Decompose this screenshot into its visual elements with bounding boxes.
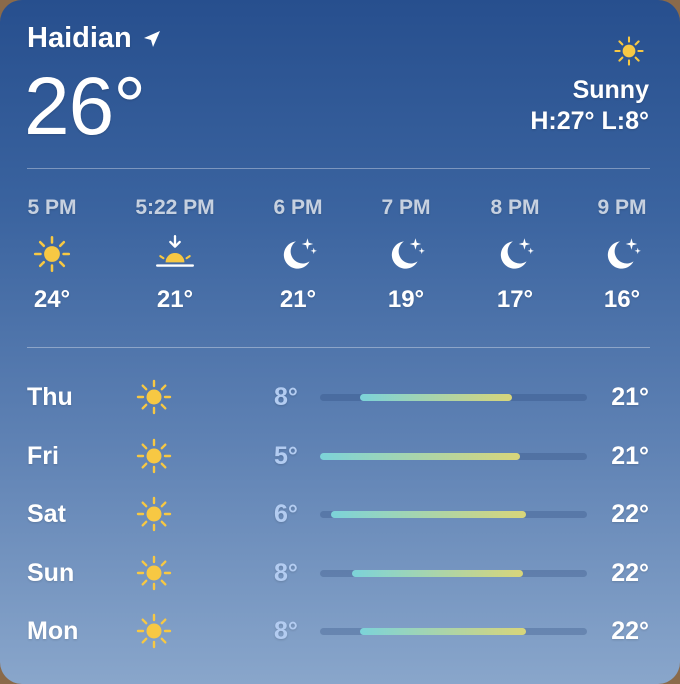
hourly-item: 8 PM 17°: [465, 196, 565, 314]
hour-temperature: 21°: [279, 286, 317, 313]
hourly-item: 6 PM 21°: [248, 196, 348, 314]
hour-time: 6 PM: [273, 196, 323, 219]
day-name: Thu: [27, 383, 73, 411]
low-temperature: 8°: [274, 617, 298, 645]
low-temperature: 8°: [274, 559, 298, 587]
sun-icon: [136, 379, 172, 415]
daily-row: Sun 8° 22°: [0, 553, 680, 593]
sun-icon: [614, 36, 644, 66]
divider: [27, 168, 650, 169]
current-temperature: 26°: [24, 61, 146, 152]
hour-temperature: 24°: [33, 286, 71, 313]
hour-time: 7 PM: [381, 196, 431, 219]
temperature-range-bar: [331, 511, 526, 518]
low-temperature: 6°: [274, 500, 298, 528]
daily-row: Mon 8° 22°: [0, 611, 680, 651]
temperature-range-track: [320, 453, 587, 460]
high-temperature: 21°: [611, 383, 649, 411]
day-name: Sat: [27, 500, 66, 528]
location-name: Haidian: [27, 22, 132, 54]
high-temperature: 22°: [611, 559, 649, 587]
divider: [27, 347, 650, 348]
hourly-item: 5:22 PM 21°: [125, 196, 225, 314]
high-temperature: 22°: [611, 500, 649, 528]
moon-stars-icon: [283, 238, 317, 269]
moon-stars-icon: [391, 238, 425, 269]
temperature-range-bar: [352, 570, 523, 577]
sun-icon: [33, 235, 71, 273]
hourly-item: 5 PM 24°: [2, 196, 102, 314]
daily-row: Thu 8° 21°: [0, 377, 680, 417]
temperature-range-bar: [360, 394, 512, 401]
weather-widget[interactable]: Haidian 26° Sunny H:27° L:8° 5 PM 24° 5:…: [0, 0, 680, 684]
hour-time: 8 PM: [490, 196, 540, 219]
hour-time: 5:22 PM: [135, 196, 215, 219]
sun-icon: [136, 438, 172, 474]
moon-stars-icon: [500, 238, 534, 269]
temperature-range-track: [320, 394, 587, 401]
temperature-range-track: [320, 511, 587, 518]
temperature-range-bar: [360, 628, 526, 635]
sun-icon: [136, 613, 172, 649]
hour-temperature: 21°: [156, 286, 194, 313]
sun-icon: [136, 555, 172, 591]
condition: Sunny: [572, 76, 649, 104]
high-low: H:27° L:8°: [530, 107, 649, 135]
day-name: Fri: [27, 442, 59, 470]
moon-stars-icon: [607, 238, 641, 269]
day-name: Mon: [27, 617, 79, 645]
daily-row: Fri 5° 21°: [0, 436, 680, 476]
hourly-item: 9 PM 16°: [572, 196, 672, 314]
temperature-range-track: [320, 570, 587, 577]
hour-time: 9 PM: [597, 196, 647, 219]
temperature-range-track: [320, 628, 587, 635]
hourly-item: 7 PM 19°: [356, 196, 456, 314]
location-arrow-icon: [143, 30, 160, 47]
day-name: Sun: [27, 559, 75, 587]
sunset-icon: [155, 234, 195, 267]
daily-row: Sat 6° 22°: [0, 494, 680, 534]
hour-time: 5 PM: [27, 196, 77, 219]
low-temperature: 8°: [274, 383, 298, 411]
hour-temperature: 16°: [603, 286, 641, 313]
location: Haidian: [27, 22, 162, 55]
hour-temperature: 19°: [387, 286, 425, 313]
sun-icon: [136, 496, 172, 532]
temperature-range-bar: [320, 453, 520, 460]
high-temperature: 21°: [611, 442, 649, 470]
low-temperature: 5°: [274, 442, 298, 470]
high-temperature: 22°: [611, 617, 649, 645]
hour-temperature: 17°: [496, 286, 534, 313]
